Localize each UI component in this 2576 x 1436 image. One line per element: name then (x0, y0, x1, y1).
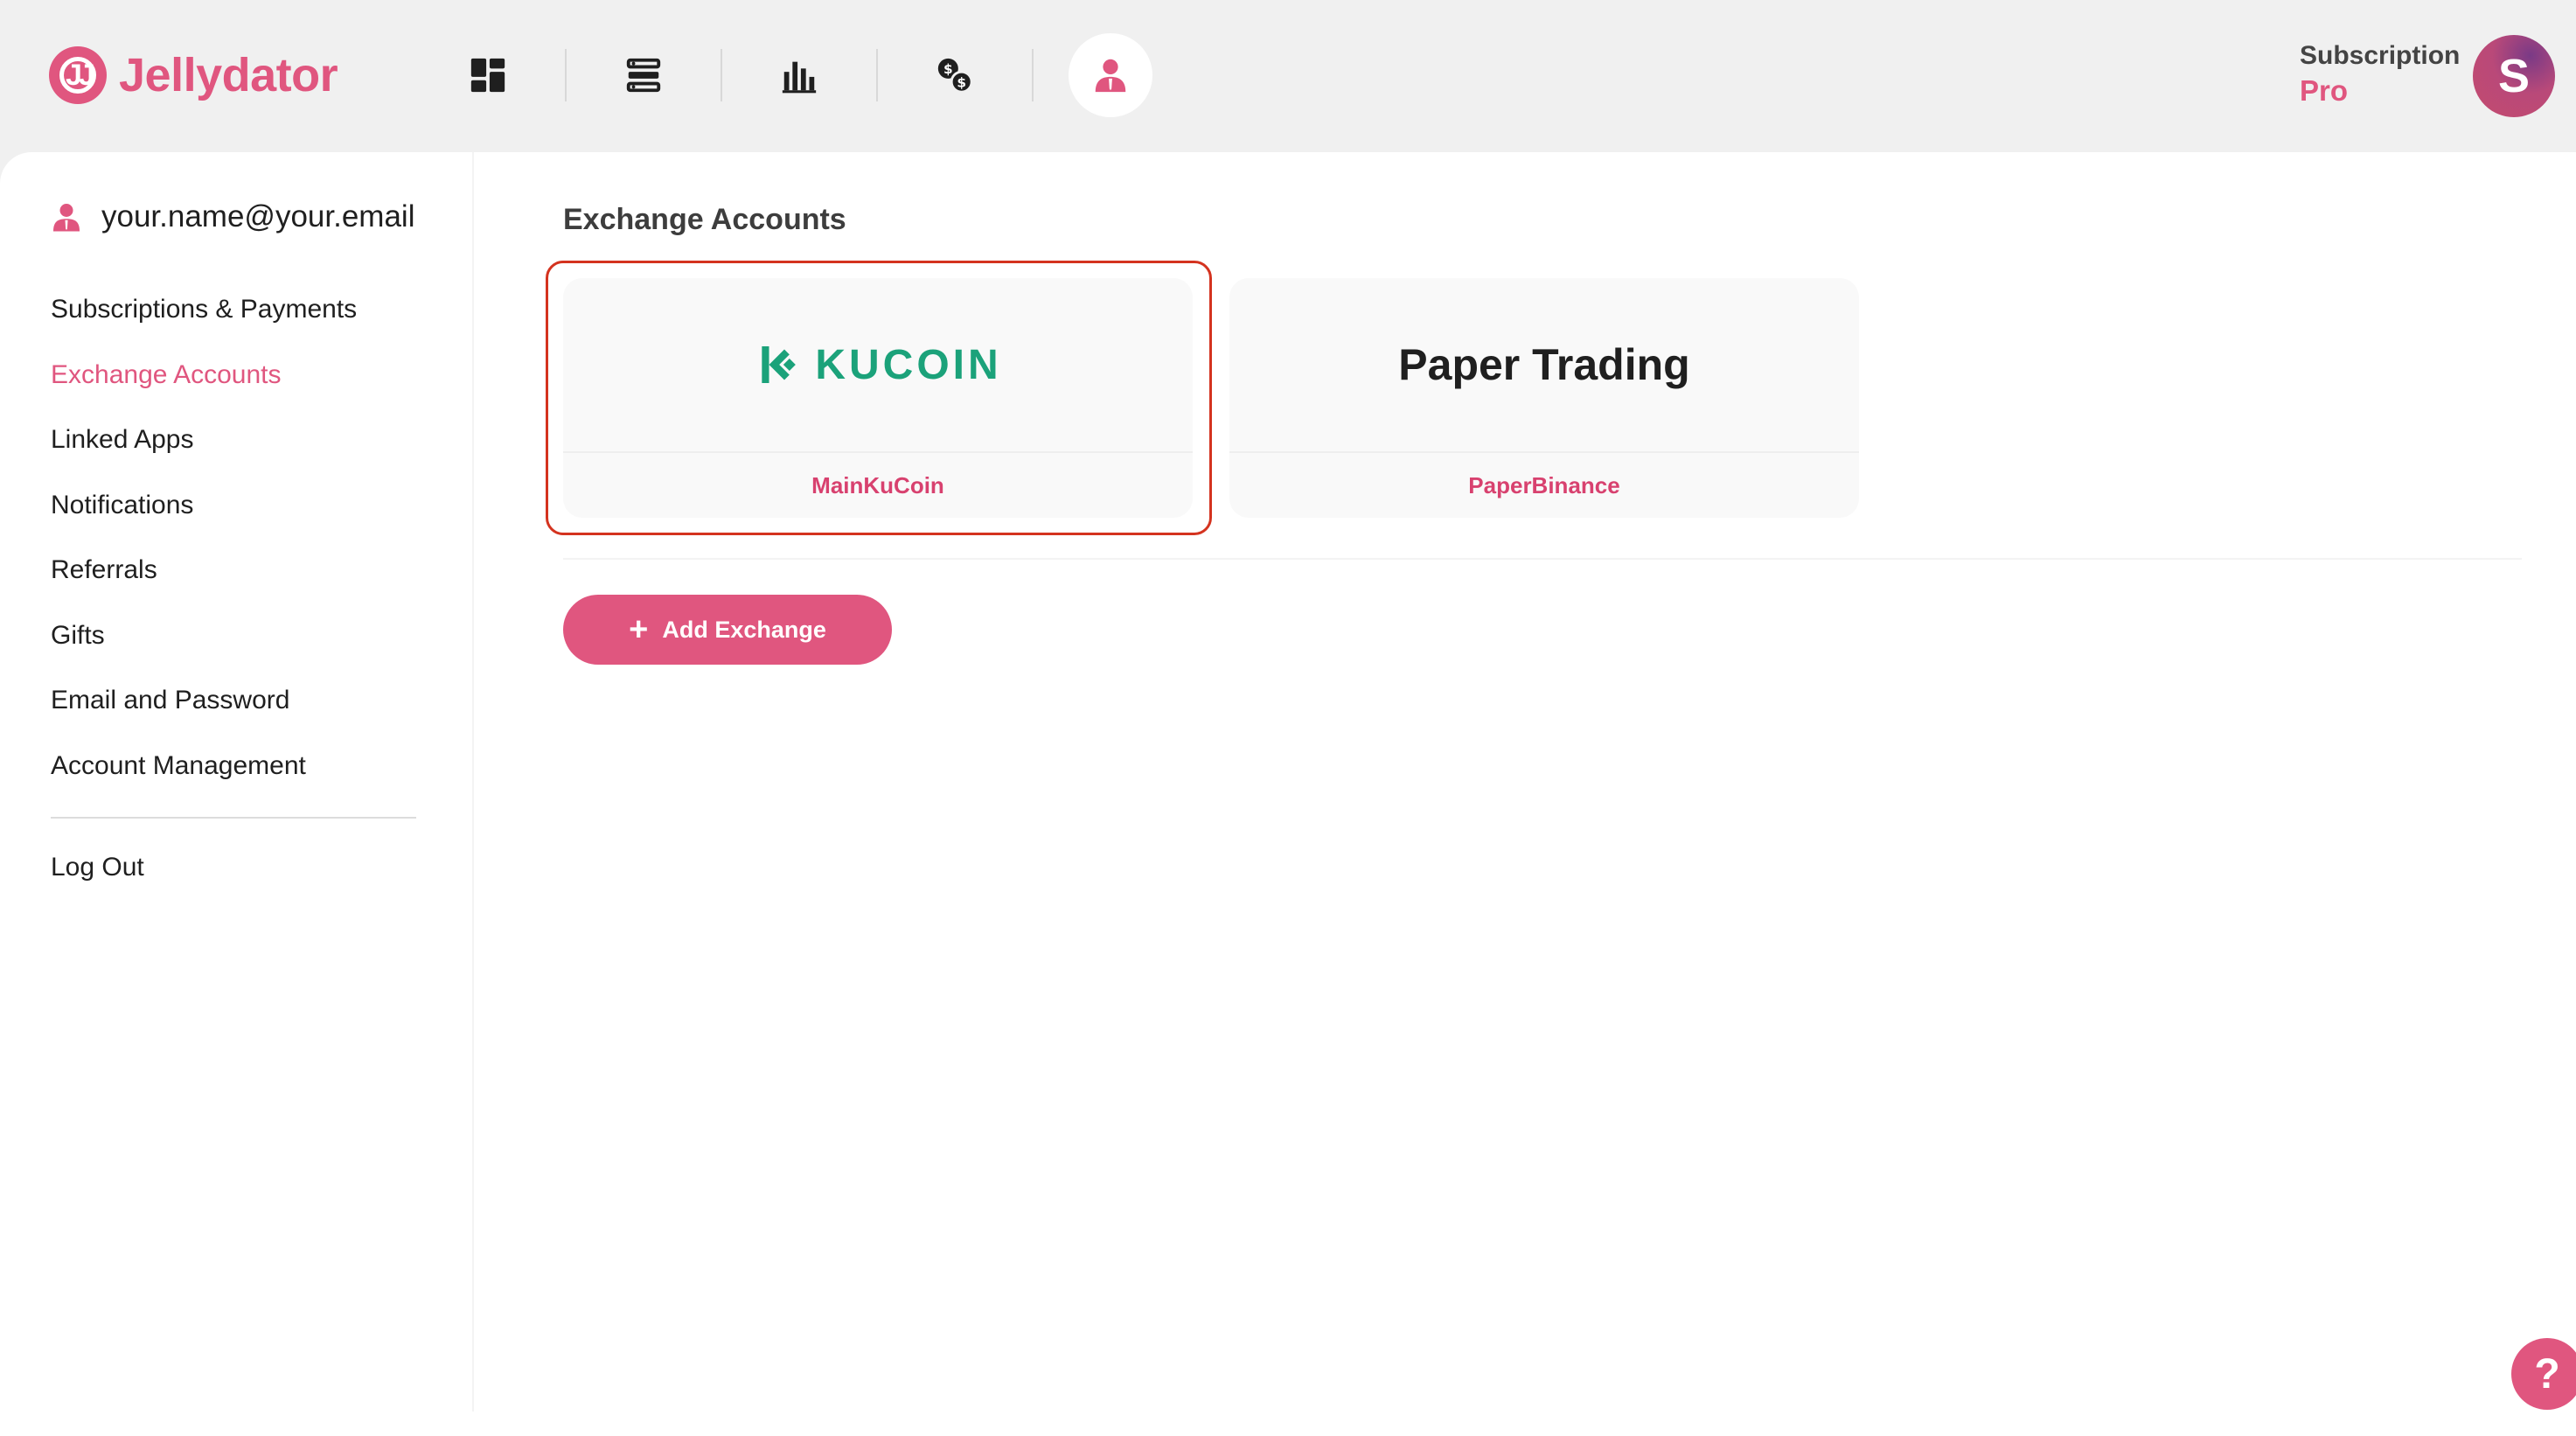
logout-link[interactable]: Log Out (51, 850, 144, 885)
svg-text:$: $ (943, 61, 953, 77)
exchange-account-name: PaperBinance (1468, 471, 1620, 498)
nav-separator (565, 49, 567, 101)
kucoin-logo-text: KUCOIN (815, 341, 1002, 388)
exchange-card-kucoin[interactable]: KUCOIN MainKuCoin (563, 278, 1193, 518)
help-button[interactable]: ? (2511, 1338, 2576, 1410)
nav-bots-button[interactable] (602, 33, 686, 117)
nav-dashboard-button[interactable] (446, 33, 530, 117)
currency-exchange-icon: $ $ (937, 58, 973, 94)
sidebar-item-referrals[interactable]: Referrals (51, 553, 357, 618)
bar-chart-icon (782, 61, 817, 94)
account-icon (1095, 59, 1126, 93)
plus-icon: + (629, 611, 649, 648)
user-icon (53, 204, 80, 232)
exchange-card-logo-area: Paper Trading (1229, 278, 1859, 453)
nav-separator (1032, 49, 1034, 101)
exchange-card-paper-trading[interactable]: Paper Trading PaperBinance (1229, 278, 1859, 518)
user-email: your.name@your.email (101, 199, 415, 234)
nav-exchange-button[interactable]: $ $ (913, 33, 997, 117)
kucoin-logo-icon (762, 346, 797, 383)
sidebar-item-email-password[interactable]: Email and Password (51, 683, 357, 749)
dashboard-icon (470, 58, 505, 93)
avatar[interactable]: S (2473, 35, 2555, 117)
question-mark-icon: ? (2534, 1350, 2560, 1398)
subscription-status[interactable]: Subscription Pro (2300, 38, 2460, 108)
content-divider (563, 558, 2522, 560)
add-exchange-button[interactable]: + Add Exchange (563, 595, 892, 665)
settings-menu: Subscriptions & Payments Exchange Accoun… (51, 292, 357, 813)
nav-account-button[interactable] (1069, 33, 1152, 117)
sidebar-item-linked-apps[interactable]: Linked Apps (51, 422, 357, 488)
brand-logo[interactable]: JJ Jellydator (49, 45, 338, 105)
subscription-label: Subscription (2300, 41, 2461, 70)
nav-statistics-button[interactable] (757, 33, 841, 117)
svg-text:$: $ (957, 74, 966, 90)
sidebar-item-gifts[interactable]: Gifts (51, 618, 357, 684)
sidebar-item-account-management[interactable]: Account Management (51, 749, 357, 814)
nav-separator (876, 49, 878, 101)
add-exchange-label: Add Exchange (662, 616, 826, 643)
brand-name: Jellydator (119, 49, 338, 101)
nav-separator (721, 49, 722, 101)
page-title: Exchange Accounts (563, 203, 846, 236)
settings-sidebar: your.name@your.email Subscriptions & Pay… (0, 152, 474, 1412)
sidebar-item-subscriptions[interactable]: Subscriptions & Payments (51, 292, 357, 358)
sidebar-item-exchange-accounts[interactable]: Exchange Accounts (51, 358, 357, 423)
top-bar: JJ Jellydator $ $ Subscription Pro S (0, 0, 2576, 152)
bots-list-icon (626, 58, 661, 93)
kucoin-logo: KUCOIN (754, 340, 1001, 389)
subscription-plan: Pro (2300, 74, 2349, 107)
sidebar-divider (51, 817, 416, 819)
main-panel: your.name@your.email Subscriptions & Pay… (0, 152, 2576, 1436)
exchange-account-name: MainKuCoin (811, 471, 944, 498)
main-nav: $ $ (446, 33, 1152, 117)
sidebar-item-notifications[interactable]: Notifications (51, 488, 357, 554)
jellydator-logo-icon: JJ (49, 46, 107, 104)
exchange-card-logo-area: KUCOIN (563, 278, 1193, 453)
paper-trading-title: Paper Trading (1398, 340, 1690, 389)
user-info: your.name@your.email (51, 199, 414, 234)
